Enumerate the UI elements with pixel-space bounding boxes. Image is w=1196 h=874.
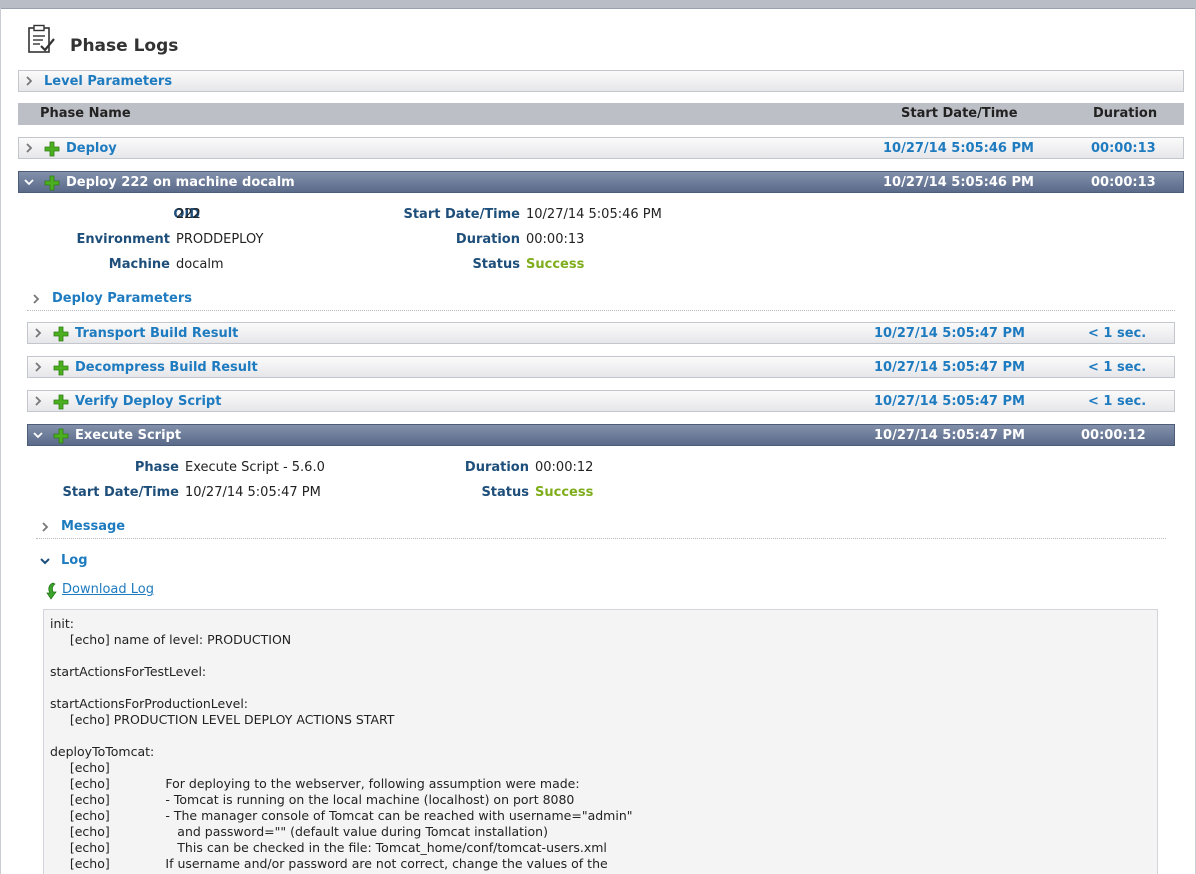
chevron-right-icon	[35, 362, 42, 372]
download-arrow-icon	[46, 582, 57, 600]
phase-value: Execute Script - 5.6.0	[185, 460, 325, 475]
level-parameters-label: Level Parameters	[44, 74, 173, 89]
table-header: Phase Name Start Date/Time Duration	[18, 103, 1184, 125]
phase-duration: 00:00:13	[1091, 175, 1156, 190]
deploy-parameters-toggle[interactable]: Deploy Parameters	[52, 291, 192, 306]
duration-value: 00:00:12	[535, 460, 594, 475]
log-line: [echo] - The manager console of Tomcat c…	[50, 808, 633, 823]
phase-name: Execute Script	[75, 428, 182, 443]
log-line: deployToTomcat:	[50, 744, 155, 759]
phase-row-deploy-222[interactable]: Deploy 222 on machine docalm 10/27/14 5:…	[18, 171, 1184, 193]
log-line: startActionsForTestLevel:	[50, 664, 207, 679]
phase-name: Deploy	[66, 141, 117, 156]
log-line: [echo] This can be checked in the file: …	[50, 840, 607, 855]
phase-label: Phase	[134, 460, 179, 475]
chevron-right-icon	[26, 143, 33, 153]
message-toggle[interactable]: Message	[61, 519, 125, 534]
plus-icon	[44, 141, 60, 157]
log-line: [echo] If username and/or password are n…	[50, 856, 608, 871]
chevron-right-icon	[33, 294, 40, 304]
phase-name: Transport Build Result	[75, 326, 239, 341]
divider	[27, 310, 1175, 311]
machine-label: Machine	[108, 257, 170, 272]
level-parameters-section[interactable]: Level Parameters	[18, 70, 1184, 92]
duration-value: 00:00:13	[526, 232, 585, 247]
log-line: startActionsForProductionLevel:	[50, 696, 249, 711]
environment-value: PRODDEPLOY	[176, 232, 264, 247]
log-line: [echo]	[50, 760, 110, 775]
log-output: init: [echo] name of level: PRODUCTION s…	[43, 609, 1158, 874]
phase-duration: < 1 sec.	[1088, 360, 1147, 375]
start-date-label: Start Date/Time	[403, 207, 520, 222]
phase-name: Deploy 222 on machine docalm	[66, 175, 295, 190]
subphase-row-decompress[interactable]: Decompress Build Result 10/27/14 5:05:47…	[27, 356, 1175, 378]
header-start: Start Date/Time	[901, 106, 1018, 121]
subphase-row-verify[interactable]: Verify Deploy Script 10/27/14 5:05:47 PM…	[27, 390, 1175, 412]
chevron-down-icon	[33, 432, 43, 439]
header-duration: Duration	[1093, 106, 1158, 121]
log-line: init:	[50, 616, 74, 631]
plus-icon	[53, 326, 69, 342]
header-phase-name: Phase Name	[40, 106, 131, 121]
phase-start: 10/27/14 5:05:47 PM	[874, 360, 1025, 375]
phase-start: 10/27/14 5:05:46 PM	[883, 175, 1034, 190]
start-date-label: Start Date/Time	[62, 485, 179, 500]
phase-duration: 00:00:13	[1091, 141, 1156, 156]
plus-icon	[53, 428, 69, 444]
plus-icon	[44, 175, 60, 191]
phase-start: 10/27/14 5:05:47 PM	[874, 428, 1025, 443]
chevron-right-icon	[42, 522, 49, 532]
phase-name: Decompress Build Result	[75, 360, 258, 375]
status-badge: Success	[535, 485, 594, 500]
duration-label: Duration	[464, 460, 529, 475]
phase-name: Verify Deploy Script	[75, 394, 222, 409]
chevron-right-icon	[26, 76, 33, 86]
divider	[36, 538, 1166, 539]
download-log-link[interactable]: Download Log	[62, 582, 154, 597]
chevron-down-icon	[24, 179, 34, 186]
machine-value: docalm	[176, 257, 224, 272]
checklist-icon	[28, 24, 55, 53]
subphase-row-execute-script[interactable]: Execute Script 10/27/14 5:05:47 PM 00:00…	[27, 424, 1175, 446]
start-date-value: 10/27/14 5:05:46 PM	[526, 207, 662, 222]
log-line: [echo] and password="" (default value du…	[50, 824, 548, 839]
phase-start: 10/27/14 5:05:47 PM	[874, 394, 1025, 409]
phase-start: 10/27/14 5:05:47 PM	[874, 326, 1025, 341]
status-label: Status	[472, 257, 520, 272]
phase-duration: 00:00:12	[1081, 428, 1146, 443]
phase-duration: < 1 sec.	[1088, 394, 1147, 409]
phase-duration: < 1 sec.	[1088, 326, 1147, 341]
page-title: Phase Logs	[70, 36, 179, 56]
log-toggle[interactable]: Log	[61, 553, 88, 568]
phase-start: 10/27/14 5:05:46 PM	[883, 141, 1034, 156]
chevron-down-icon	[40, 558, 50, 565]
subphase-row-transport[interactable]: Transport Build Result 10/27/14 5:05:47 …	[27, 322, 1175, 344]
start-date-value: 10/27/14 5:05:47 PM	[185, 485, 321, 500]
log-line: [echo] PRODUCTION LEVEL DEPLOY ACTIONS S…	[50, 712, 395, 727]
chevron-right-icon	[35, 328, 42, 338]
oid-value: 222	[176, 207, 201, 222]
log-line: [echo] - Tomcat is running on the local …	[50, 792, 575, 807]
plus-icon	[53, 360, 69, 376]
phase-row-deploy[interactable]: Deploy 10/27/14 5:05:46 PM 00:00:13	[18, 137, 1184, 159]
duration-label: Duration	[455, 232, 520, 247]
status-label: Status	[481, 485, 529, 500]
status-badge: Success	[526, 257, 585, 272]
log-line: [echo] name of level: PRODUCTION	[50, 632, 292, 647]
chevron-right-icon	[35, 396, 42, 406]
environment-label: Environment	[76, 232, 171, 247]
log-line: [echo] For deploying to the webserver, f…	[50, 776, 580, 791]
plus-icon	[53, 394, 69, 410]
